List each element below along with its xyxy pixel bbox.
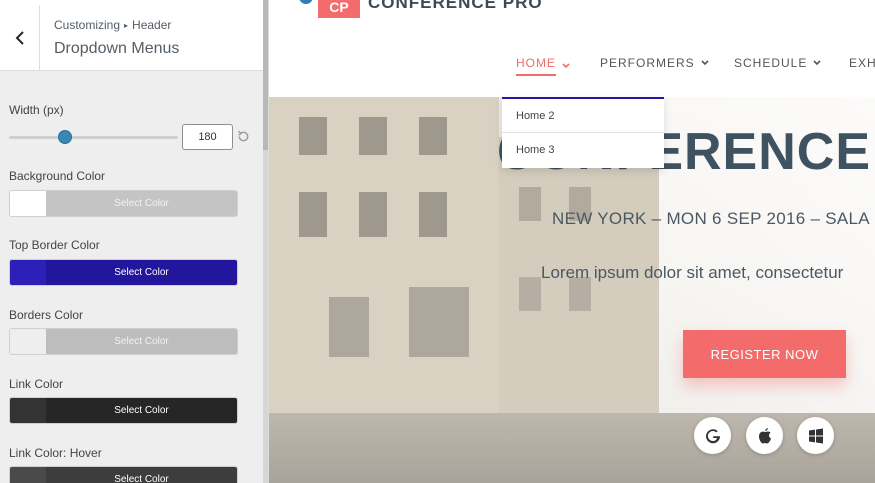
nav-item-home[interactable]: HOME bbox=[516, 56, 570, 76]
link-color-swatch bbox=[10, 398, 46, 423]
chevron-left-icon bbox=[15, 30, 24, 45]
borders-color-swatch bbox=[10, 329, 46, 354]
link-hover-color-button[interactable]: Select Color bbox=[9, 466, 238, 483]
nav-item-label: SCHEDULE bbox=[734, 56, 808, 70]
nav-item-performers[interactable]: PERFORMERS bbox=[600, 56, 709, 70]
top-border-color-button[interactable]: Select Color bbox=[9, 259, 238, 286]
windows-store-button[interactable] bbox=[797, 417, 834, 454]
dropdown-item-home-3[interactable]: Home 3 bbox=[502, 133, 664, 167]
google-store-button[interactable] bbox=[694, 417, 731, 454]
building-window bbox=[299, 117, 327, 155]
nav-item-schedule[interactable]: SCHEDULE bbox=[734, 56, 821, 70]
chevron-down-icon bbox=[701, 60, 709, 66]
building-window bbox=[329, 297, 369, 357]
site-header: CP CONFERENCE PRO HOME PERFORMERS SCHEDU… bbox=[269, 0, 875, 97]
link-hover-color-button-label: Select Color bbox=[46, 467, 237, 483]
building-window bbox=[419, 117, 447, 155]
hero-street bbox=[269, 413, 875, 483]
width-label: Width (px) bbox=[9, 103, 64, 117]
panel-header: Customizing ▸ Header Dropdown Menus bbox=[0, 0, 263, 71]
building-window bbox=[299, 192, 327, 237]
nav-item-label: HOME bbox=[516, 56, 556, 76]
borders-color-label: Borders Color bbox=[9, 308, 84, 322]
site-preview: CP CONFERENCE PRO HOME PERFORMERS SCHEDU… bbox=[269, 0, 875, 483]
building-window bbox=[419, 192, 447, 237]
hero-subtitle: NEW YORK – MON 6 SEP 2016 – SALA bbox=[552, 209, 870, 228]
logo-circle-icon bbox=[299, 0, 313, 4]
building-window bbox=[519, 277, 541, 311]
hero-description: Lorem ipsum dolor sit amet, consectetur bbox=[541, 263, 844, 282]
top-border-color-swatch bbox=[10, 260, 46, 285]
chevron-down-icon bbox=[562, 63, 570, 69]
logo-mark[interactable]: CP bbox=[318, 0, 360, 18]
chevron-down-icon bbox=[813, 60, 821, 66]
link-color-button-label: Select Color bbox=[46, 398, 237, 423]
nav-item-label: PERFORMERS bbox=[600, 56, 695, 70]
panel-title: Dropdown Menus bbox=[54, 40, 180, 57]
width-input[interactable] bbox=[182, 124, 233, 150]
google-icon bbox=[705, 428, 720, 443]
link-hover-color-swatch bbox=[10, 467, 46, 483]
apple-icon bbox=[758, 427, 771, 443]
link-hover-color-label: Link Color: Hover bbox=[9, 446, 102, 460]
building-window bbox=[359, 117, 387, 155]
top-border-color-button-label: Select Color bbox=[46, 260, 237, 285]
apple-store-button[interactable] bbox=[746, 417, 783, 454]
dropdown-item-home-2[interactable]: Home 2 bbox=[502, 99, 664, 133]
link-color-label: Link Color bbox=[9, 377, 64, 391]
bg-color-button-label: Select Color bbox=[46, 191, 237, 216]
dropdown-menu: Home 2 Home 3 bbox=[502, 97, 664, 168]
back-button[interactable] bbox=[0, 5, 40, 70]
borders-color-button[interactable]: Select Color bbox=[9, 328, 238, 355]
bg-color-swatch bbox=[10, 191, 46, 216]
nav-item-label: EXH bbox=[849, 56, 875, 70]
breadcrumb-parent: Customizing bbox=[54, 18, 121, 32]
bg-color-label: Background Color bbox=[9, 169, 106, 183]
logo-text[interactable]: CONFERENCE PRO bbox=[368, 0, 543, 13]
building-window bbox=[519, 187, 541, 221]
building-window bbox=[409, 287, 469, 357]
top-border-color-label: Top Border Color bbox=[9, 238, 100, 252]
breadcrumb-separator: ▸ bbox=[124, 21, 129, 30]
register-now-button[interactable]: REGISTER NOW bbox=[683, 330, 846, 378]
bg-color-button[interactable]: Select Color bbox=[9, 190, 238, 217]
nav-item-exhibitors[interactable]: EXH bbox=[849, 56, 875, 70]
borders-color-button-label: Select Color bbox=[46, 329, 237, 354]
link-color-button[interactable]: Select Color bbox=[9, 397, 238, 424]
building-window bbox=[359, 192, 387, 237]
width-slider[interactable] bbox=[9, 130, 178, 144]
reset-icon[interactable] bbox=[236, 129, 251, 144]
customizer-panel: Customizing ▸ Header Dropdown Menus Width … bbox=[0, 0, 263, 483]
width-slider-handle[interactable] bbox=[57, 130, 72, 144]
breadcrumb: Customizing ▸ Header bbox=[54, 18, 171, 32]
windows-icon bbox=[808, 428, 823, 443]
breadcrumb-section: Header bbox=[132, 18, 172, 32]
